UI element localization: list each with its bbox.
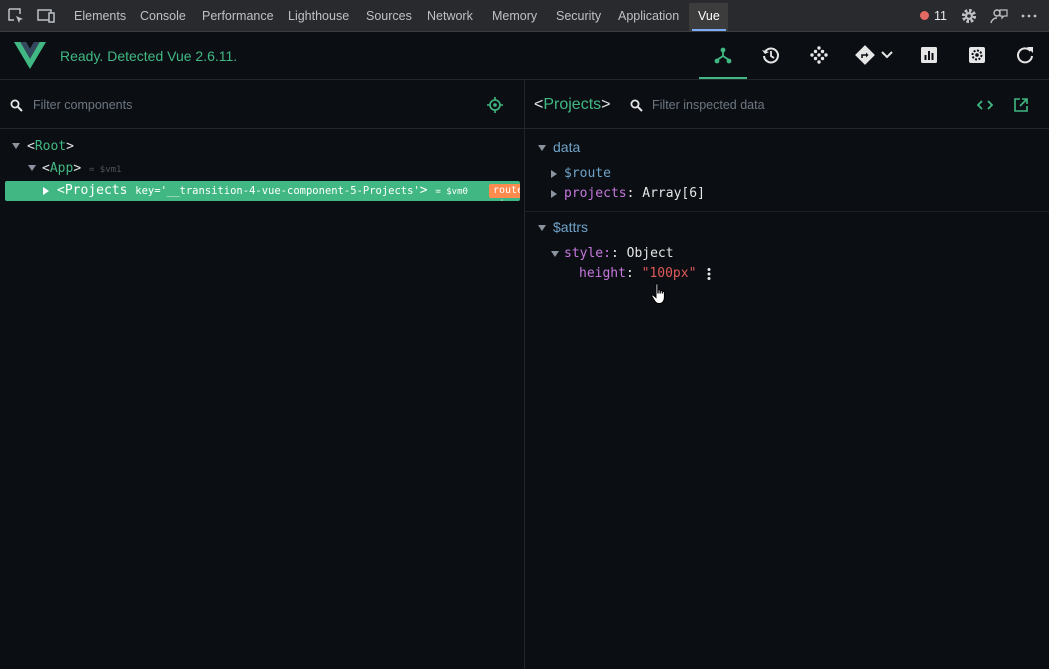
collapse-arrow-icon[interactable] bbox=[551, 251, 559, 257]
expand-arrow-icon[interactable] bbox=[551, 190, 557, 198]
prop-height[interactable]: height: "100px" bbox=[579, 266, 696, 281]
inspect-element-icon[interactable] bbox=[6, 6, 26, 26]
device-toolbar-icon[interactable] bbox=[36, 6, 56, 26]
collapse-arrow-icon[interactable] bbox=[538, 145, 546, 151]
inspector-header: <Projects> Filter inspected data bbox=[525, 80, 1049, 129]
search-icon bbox=[10, 99, 23, 112]
settings-tab-button[interactable] bbox=[953, 32, 1001, 79]
refresh-icon bbox=[1017, 47, 1033, 64]
hand-pointer-cursor-icon bbox=[651, 283, 665, 304]
error-icon bbox=[920, 11, 929, 20]
attr-key: key= bbox=[135, 185, 161, 197]
refresh-button[interactable] bbox=[1001, 32, 1049, 79]
more-options-icon[interactable] bbox=[1019, 6, 1039, 26]
inspected-component-title: <Projects> bbox=[534, 96, 611, 113]
prop-key: projects bbox=[564, 186, 627, 201]
inspector-pane: <Projects> Filter inspected data data $r… bbox=[525, 80, 1049, 669]
history-icon bbox=[762, 47, 779, 64]
vue-toolbar: Ready. Detected Vue 2.6.11. bbox=[0, 32, 1049, 80]
search-icon bbox=[630, 99, 643, 112]
vuex-tab-button[interactable] bbox=[795, 32, 843, 79]
tab-performance[interactable]: Performance bbox=[202, 0, 274, 31]
prop-value: : Object bbox=[610, 246, 674, 261]
timeline-tab-button[interactable] bbox=[747, 32, 795, 79]
error-count: 11 bbox=[934, 9, 947, 23]
vm-ref: = $vm1 bbox=[88, 165, 122, 175]
routing-tab-button[interactable] bbox=[849, 32, 899, 79]
prop-value[interactable]: "100px" bbox=[642, 266, 697, 281]
component-filter-bar: Filter components bbox=[0, 80, 524, 129]
performance-tab-button[interactable] bbox=[905, 32, 953, 79]
component-name: App bbox=[49, 161, 74, 176]
tab-sources[interactable]: Sources bbox=[366, 0, 412, 31]
tab-network[interactable]: Network bbox=[427, 0, 473, 31]
section-attrs-label[interactable]: $attrs bbox=[553, 219, 588, 235]
prop-key: $route bbox=[564, 166, 611, 181]
expand-arrow-icon[interactable] bbox=[551, 170, 557, 178]
expand-arrow-icon[interactable] bbox=[43, 187, 49, 195]
vue-logo-icon bbox=[14, 42, 46, 69]
open-in-editor-icon[interactable] bbox=[1014, 98, 1028, 112]
router-directions-icon bbox=[855, 45, 875, 65]
bar-chart-icon bbox=[921, 47, 937, 63]
tab-memory[interactable]: Memory bbox=[492, 0, 537, 31]
router-view-badge: router-view bbox=[489, 184, 520, 201]
tab-elements[interactable]: Elements bbox=[74, 0, 126, 31]
vuex-grid-icon bbox=[810, 46, 828, 64]
prop-value: Array[6] bbox=[642, 186, 705, 201]
component-tree-icon bbox=[714, 47, 732, 64]
component-name: Projects bbox=[64, 183, 128, 198]
attr-value: '__transition-4-vue-component-5-Projects… bbox=[160, 185, 420, 197]
collapse-arrow-icon[interactable] bbox=[28, 165, 36, 171]
tab-console[interactable]: Console bbox=[140, 0, 186, 31]
chevron-down-icon bbox=[881, 51, 893, 59]
filter-inspected-data-input[interactable]: Filter inspected data bbox=[652, 80, 765, 130]
inspect-dom-code-icon[interactable] bbox=[977, 98, 993, 112]
components-tab-button[interactable] bbox=[699, 32, 747, 79]
tab-security[interactable]: Security bbox=[556, 0, 601, 31]
tab-application[interactable]: Application bbox=[618, 0, 679, 31]
section-data-label[interactable]: data bbox=[553, 139, 580, 155]
vm-ref: = $vm0 bbox=[435, 187, 468, 197]
devtools-tab-strip: Elements Console Performance Lighthouse … bbox=[0, 0, 1049, 32]
collapse-arrow-icon[interactable] bbox=[12, 143, 20, 149]
error-counter[interactable]: 11 bbox=[920, 0, 947, 32]
tree-node-projects-selected[interactable]: <Projects key='__transition-4-vue-compon… bbox=[5, 181, 520, 201]
tab-vue[interactable]: Vue bbox=[692, 0, 726, 31]
feedback-icon[interactable] bbox=[989, 6, 1009, 26]
component-name: Root bbox=[34, 139, 67, 154]
section-separator bbox=[525, 211, 1049, 212]
settings-gear-icon[interactable] bbox=[959, 6, 979, 26]
select-component-target-icon[interactable] bbox=[487, 97, 503, 113]
filter-components-input[interactable]: Filter components bbox=[33, 80, 132, 130]
component-tree-pane: Filter components <Root> <App> = $vm1 <P… bbox=[0, 80, 524, 669]
prop-key: height bbox=[579, 266, 626, 281]
settings-icon bbox=[969, 47, 985, 63]
more-actions-icon[interactable] bbox=[706, 267, 712, 281]
tab-lighthouse[interactable]: Lighthouse bbox=[288, 0, 349, 31]
prop-key: style: bbox=[564, 246, 611, 261]
collapse-arrow-icon[interactable] bbox=[538, 225, 546, 231]
vue-detected-status: Ready. Detected Vue 2.6.11. bbox=[60, 48, 238, 64]
